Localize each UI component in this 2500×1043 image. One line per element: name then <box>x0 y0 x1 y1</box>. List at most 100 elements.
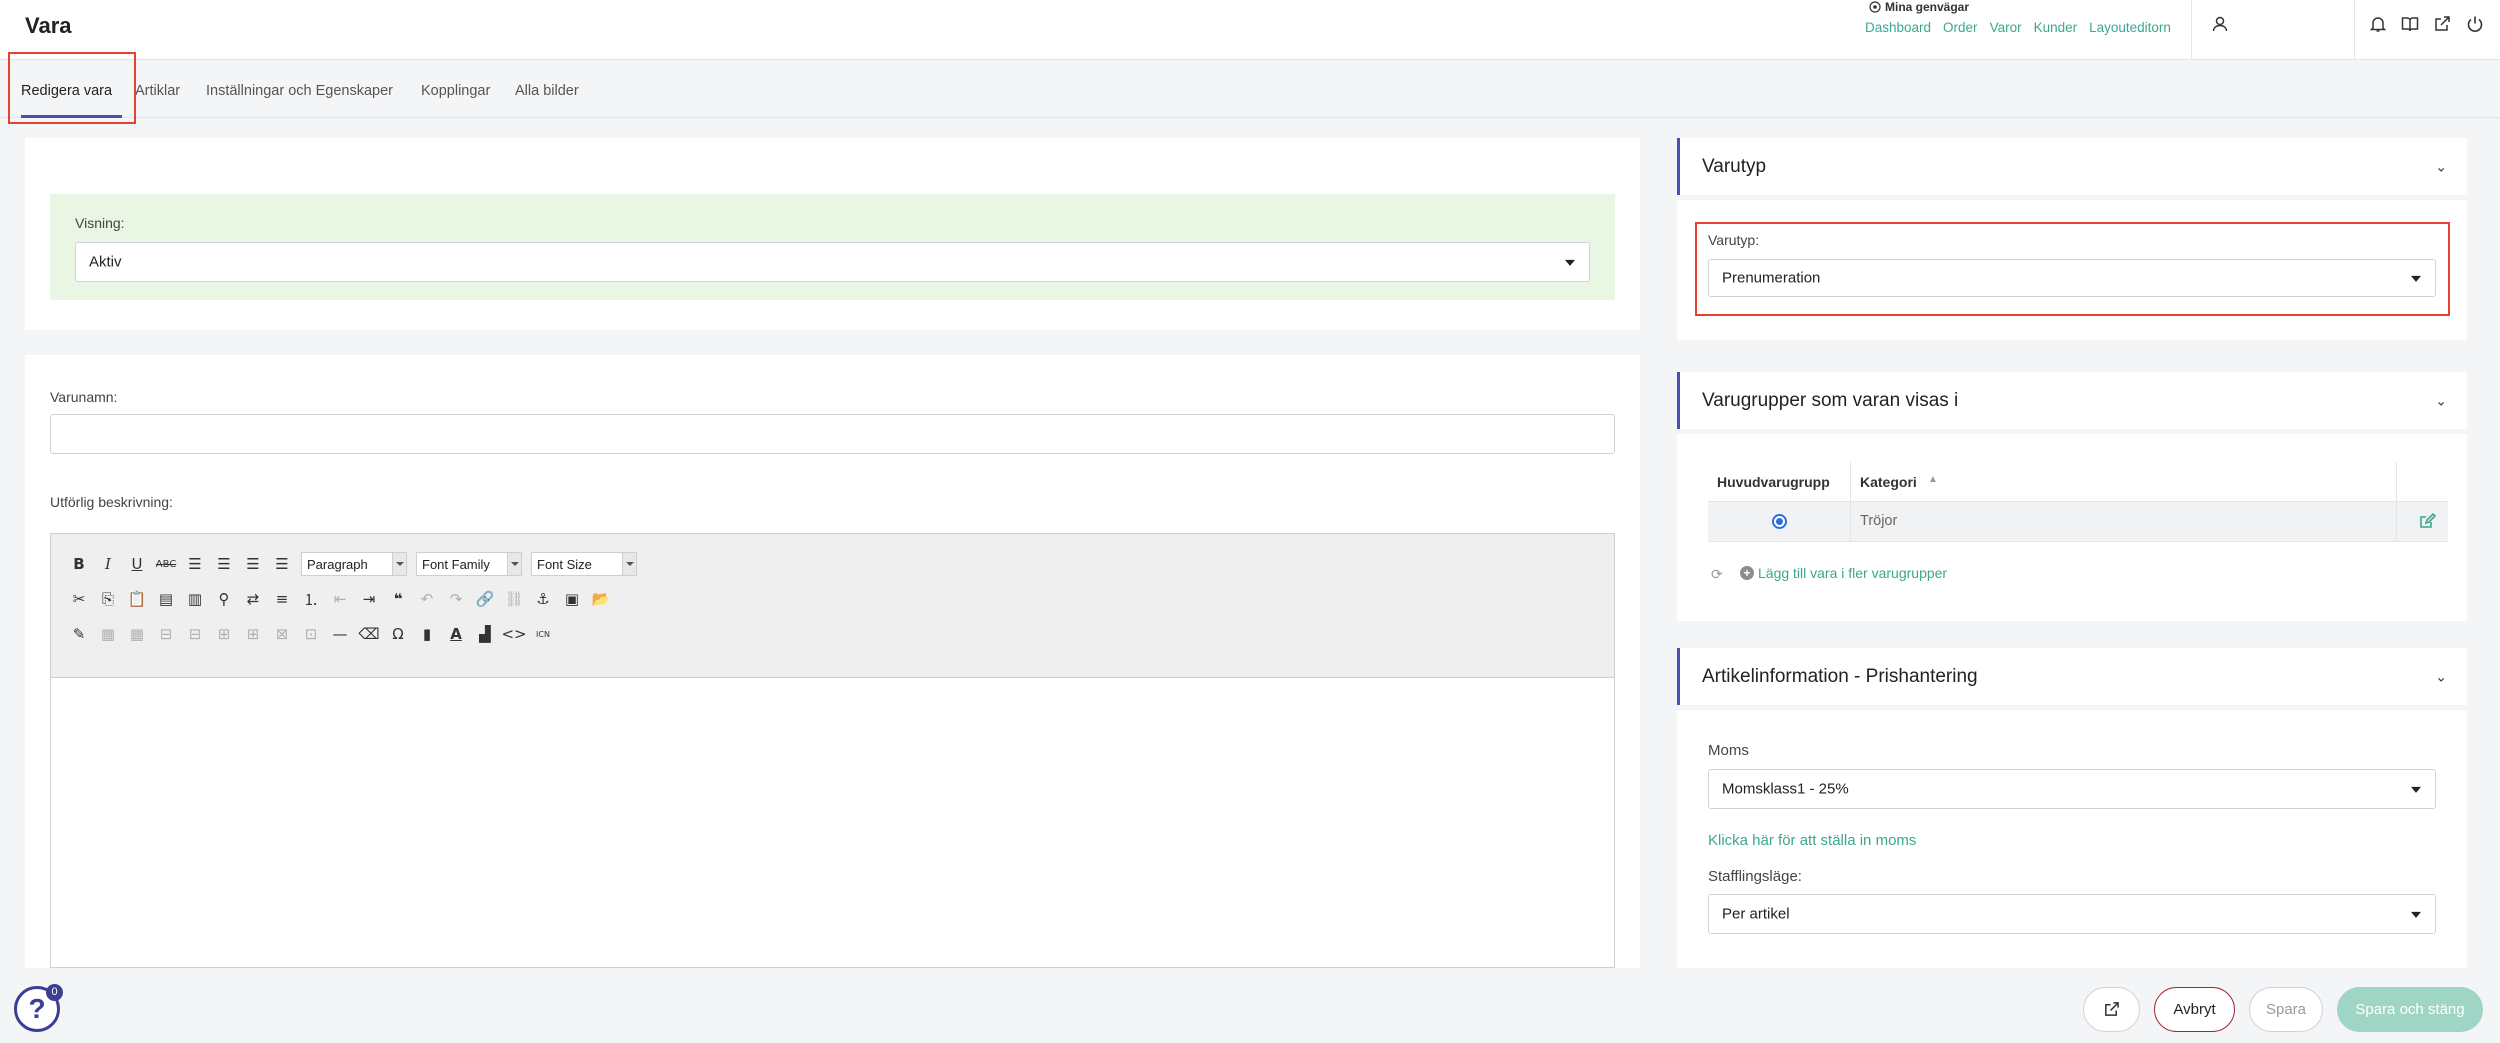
tab-installningar[interactable]: Inställningar och Egenskaper <box>206 83 393 99</box>
shortcut-dashboard-link[interactable]: Dashboard <box>1865 20 1931 35</box>
copy-icon[interactable]: ⎘ <box>98 589 118 609</box>
sort-icon[interactable]: ▲ <box>1928 474 1938 485</box>
file-manager-icon[interactable]: 📂 <box>591 589 611 609</box>
caret-down-icon <box>2411 911 2421 918</box>
indent-icon[interactable]: ⇥ <box>359 589 379 609</box>
tab-kopplingar[interactable]: Kopplingar <box>421 83 490 99</box>
varutyp-panel-header[interactable]: Varutyp ⌄ <box>1677 138 2467 195</box>
table-props-icon[interactable]: ▦ <box>127 624 147 644</box>
save-button[interactable]: Spara <box>2249 987 2323 1032</box>
bold-icon[interactable]: B <box>69 554 89 574</box>
replace-icon[interactable]: ⇄ <box>243 589 263 609</box>
external-link-icon[interactable] <box>2430 12 2454 36</box>
open-external-button[interactable] <box>2083 987 2140 1032</box>
merge-cells-icon[interactable]: ⊡ <box>301 624 321 644</box>
moms-settings-link[interactable]: Klicka här för att ställa in moms <box>1708 832 1916 849</box>
link-icon[interactable]: 🔗 <box>475 589 495 609</box>
font-family-select-label: Font Family <box>422 556 490 572</box>
shortcuts-title[interactable]: Mina genvägar <box>1869 0 2171 14</box>
format-select-label: Paragraph <box>307 556 368 572</box>
text-color-icon[interactable]: A <box>446 624 466 644</box>
find-icon[interactable]: ⚲ <box>214 589 234 609</box>
caret-down-icon <box>1565 259 1575 266</box>
shortcut-order-link[interactable]: Order <box>1943 20 1978 35</box>
chevron-down-icon[interactable]: ⌄ <box>2435 392 2447 409</box>
row-delete-icon[interactable]: ⊟ <box>185 624 205 644</box>
save-and-close-button[interactable]: Spara och stäng <box>2337 987 2483 1032</box>
user-icon[interactable] <box>2208 12 2232 36</box>
numbered-list-icon[interactable]: ⒈ <box>301 589 321 609</box>
bg-color-icon[interactable]: ▟ <box>475 624 495 644</box>
font-size-select[interactable]: Font Size <box>531 552 637 576</box>
shortcut-layouteditorn-link[interactable]: Layouteditorn <box>2089 20 2171 35</box>
bullet-list-icon[interactable]: ≡ <box>272 589 292 609</box>
refresh-icon[interactable]: ⟳ <box>1711 566 1723 583</box>
beskrivning-label: Utförlig beskrivning: <box>50 494 173 510</box>
moms-label: Moms <box>1708 742 1749 759</box>
col-kategori[interactable]: Kategori <box>1860 474 1917 490</box>
anchor-icon[interactable]: ⚓ <box>533 589 553 609</box>
italic-icon[interactable]: I <box>98 554 118 574</box>
staffling-label: Stafflingsläge: <box>1708 868 1802 885</box>
radio-dot <box>1776 518 1783 525</box>
format-select[interactable]: Paragraph <box>301 552 407 576</box>
align-justify-icon[interactable]: ☰ <box>272 554 292 574</box>
shortcut-kunder-link[interactable]: Kunder <box>2034 20 2078 35</box>
paste-word-icon[interactable]: ▥ <box>185 589 205 609</box>
huvudvarugrupp-radio[interactable] <box>1772 514 1787 529</box>
strikethrough-icon[interactable]: ABC <box>156 554 177 574</box>
undo-icon[interactable]: ↶ <box>417 589 437 609</box>
align-left-icon[interactable]: ☰ <box>185 554 205 574</box>
icon-insert-icon[interactable]: ICN <box>533 624 553 644</box>
col-delete-icon[interactable]: ⊞ <box>243 624 263 644</box>
underline-icon[interactable]: U <box>127 554 147 574</box>
add-to-group-label: Lägg till vara i fler varugrupper <box>1758 565 1948 581</box>
highlight-box-tab <box>8 52 136 124</box>
horizontal-rule-icon[interactable]: — <box>330 624 350 644</box>
chevron-down-icon[interactable]: ⌄ <box>2435 668 2447 685</box>
row-insert-icon[interactable]: ⊟ <box>156 624 176 644</box>
star-circle-icon <box>1869 1 1881 13</box>
highlight-box-varutyp <box>1695 222 2450 316</box>
editor-content-area[interactable] <box>50 678 1615 968</box>
cancel-button[interactable]: Avbryt <box>2154 987 2235 1032</box>
moms-select[interactable]: Momsklass1 - 25% <box>1708 769 2436 809</box>
varugrupper-panel-header[interactable]: Varugrupper som varan visas i ⌄ <box>1677 372 2467 429</box>
align-right-icon[interactable]: ☰ <box>243 554 263 574</box>
image-icon[interactable]: ▣ <box>562 589 582 609</box>
outdent-icon[interactable]: ⇤ <box>330 589 350 609</box>
table-icon[interactable]: ▦ <box>98 624 118 644</box>
paste-icon[interactable]: 📋 <box>127 589 147 609</box>
varunamn-label: Varunamn: <box>50 389 118 405</box>
font-family-select[interactable]: Font Family <box>416 552 522 576</box>
edit-html-icon[interactable]: ✎ <box>69 624 89 644</box>
chevron-down-icon[interactable]: ⌄ <box>2435 158 2447 175</box>
edit-icon[interactable] <box>2418 512 2437 535</box>
power-icon[interactable] <box>2463 12 2487 36</box>
cut-icon[interactable]: ✂ <box>69 589 89 609</box>
varunamn-input[interactable] <box>50 414 1615 454</box>
pris-panel-header[interactable]: Artikelinformation - Prishantering ⌄ <box>1677 648 2467 705</box>
shortcut-varor-link[interactable]: Varor <box>1990 20 2022 35</box>
tab-alla-bilder[interactable]: Alla bilder <box>515 83 579 99</box>
bell-icon[interactable] <box>2366 12 2390 36</box>
staffling-select[interactable]: Per artikel <box>1708 894 2436 934</box>
dropdown-arrow-icon <box>622 553 636 575</box>
split-cells-icon[interactable]: ⊠ <box>272 624 292 644</box>
add-to-group-link[interactable]: + Lägg till vara i fler varugrupper <box>1740 565 1947 581</box>
blockquote-icon[interactable]: ❝ <box>388 589 408 609</box>
pris-panel-title: Artikelinformation - Prishantering <box>1702 665 1978 687</box>
paste-text-icon[interactable]: ▤ <box>156 589 176 609</box>
unlink-icon[interactable]: ⛓ <box>504 589 524 609</box>
redo-icon[interactable]: ↷ <box>446 589 466 609</box>
visning-select[interactable]: Aktiv <box>75 242 1590 282</box>
col-insert-icon[interactable]: ⊞ <box>214 624 234 644</box>
align-center-icon[interactable]: ☰ <box>214 554 234 574</box>
book-icon[interactable] <box>2398 12 2422 36</box>
tab-artiklar[interactable]: Artiklar <box>135 83 180 99</box>
media-icon[interactable]: ▮ <box>417 624 437 644</box>
eraser-icon[interactable]: ⌫ <box>358 624 379 644</box>
special-char-icon[interactable]: Ω <box>388 624 408 644</box>
code-icon[interactable]: <> <box>501 624 526 644</box>
col-huvudvarugrupp[interactable]: Huvudvarugrupp <box>1717 474 1830 490</box>
